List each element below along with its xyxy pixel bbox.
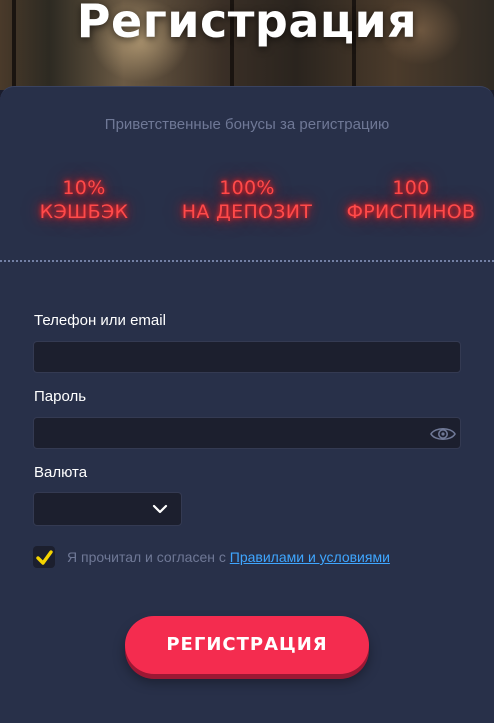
eye-icon[interactable] <box>430 424 456 444</box>
currency-select[interactable] <box>33 492 182 526</box>
bonus-freespins: 100 ФРИСПИНОВ <box>336 176 486 224</box>
page-title: Регистрация <box>76 0 418 48</box>
bonus-value: 10% <box>62 177 106 199</box>
register-button[interactable]: РЕГИСТРАЦИЯ <box>125 616 369 674</box>
checkmark-icon <box>36 550 53 565</box>
terms-link[interactable]: Правилами и условиями <box>230 549 390 565</box>
section-divider <box>0 260 494 262</box>
bonus-deposit: 100% НА ДЕПОЗИТ <box>172 176 322 224</box>
password-input[interactable] <box>33 417 461 449</box>
chevron-down-icon <box>152 504 168 514</box>
bonus-value: 100 <box>392 177 430 199</box>
bonus-heading: Приветственные бонусы за регистрацию <box>104 116 390 133</box>
bonus-cashback: 10% КЭШБЭК <box>30 176 138 224</box>
phone-label: Телефон или email <box>34 312 166 329</box>
bonus-label: КЭШБЭК <box>39 201 129 223</box>
currency-label: Валюта <box>34 464 88 481</box>
bonus-label: ФРИСПИНОВ <box>346 201 476 223</box>
agree-prefix: Я прочитал и согласен с <box>67 549 230 565</box>
agree-checkbox[interactable] <box>33 546 55 568</box>
agree-text: Я прочитал и согласен с Правилами и усло… <box>67 549 390 565</box>
bonus-label: НА ДЕПОЗИТ <box>181 201 313 223</box>
hero-banner: Регистрация <box>0 0 494 90</box>
phone-email-input[interactable] <box>33 341 461 373</box>
password-label: Пароль <box>34 388 87 405</box>
bonus-value: 100% <box>219 177 275 199</box>
